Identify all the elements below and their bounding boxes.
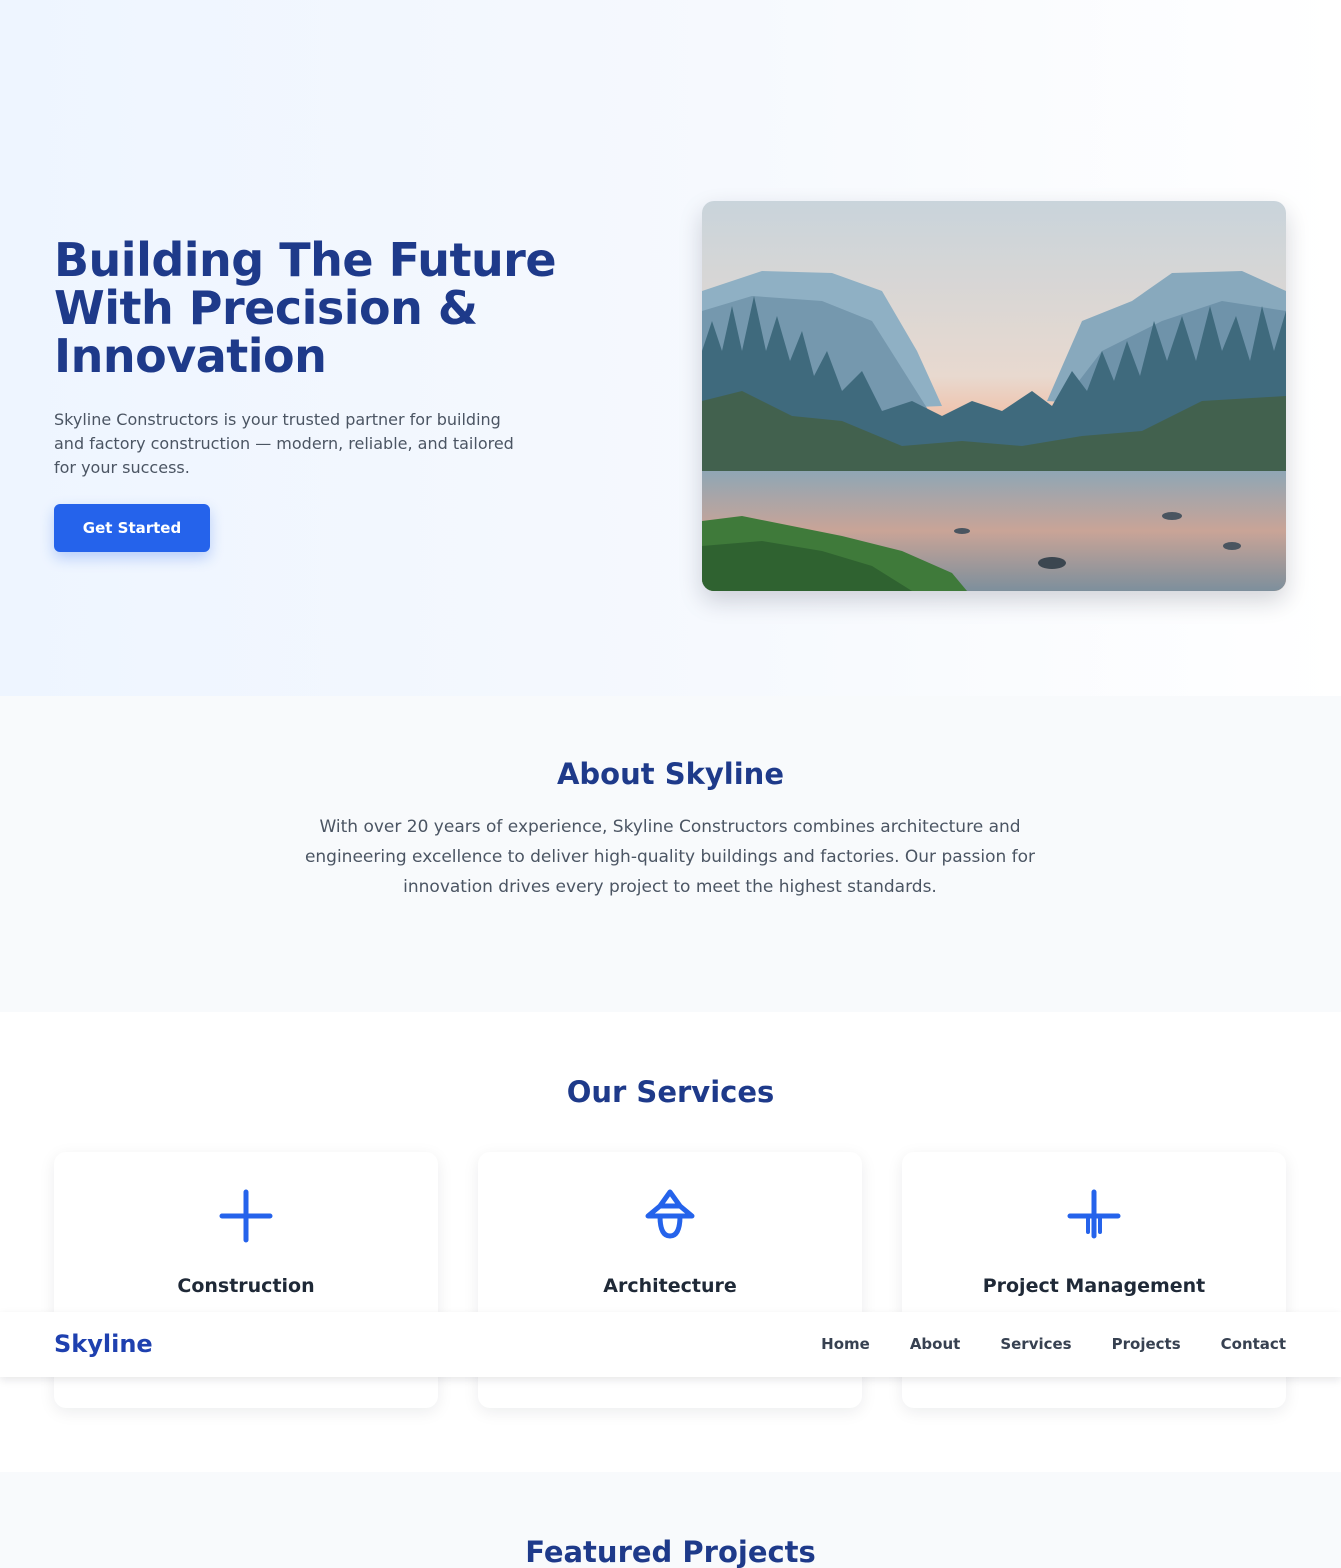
services-title: Our Services: [566, 1075, 775, 1109]
project-management-icon: [1064, 1186, 1124, 1246]
hero-title: Building The Future With Precision & Inn…: [54, 233, 557, 383]
service-title: Construction: [177, 1275, 315, 1297]
nav-link-contact[interactable]: Contact: [1221, 1333, 1286, 1355]
logo[interactable]: Skyline: [54, 1328, 153, 1360]
architecture-icon: [640, 1186, 700, 1246]
nav-link-services[interactable]: Services: [1000, 1333, 1071, 1355]
nav-link-about[interactable]: About: [910, 1333, 961, 1355]
hero-landscape-image: [702, 201, 1286, 591]
about-title: About Skyline: [556, 757, 784, 791]
nav-link-home[interactable]: Home: [821, 1333, 870, 1355]
hero-section: Building The Future With Precision & Inn…: [0, 0, 1341, 696]
get-started-button[interactable]: Get Started: [54, 504, 210, 552]
plus-icon: [216, 1186, 276, 1246]
service-title: Architecture: [603, 1275, 737, 1297]
hero-description: Skyline Constructors is your trusted par…: [54, 410, 514, 477]
navbar: Skyline Home About Services Projects Con…: [0, 1312, 1341, 1377]
projects-title: Featured Projects: [525, 1535, 816, 1568]
about-description: With over 20 years of experience, Skylin…: [304, 817, 1036, 897]
about-section: About Skyline With over 20 years of expe…: [0, 696, 1341, 1012]
landscape-illustration: [702, 201, 1286, 591]
projects-section: Featured Projects: [0, 1472, 1341, 1568]
service-title: Project Management: [982, 1275, 1206, 1297]
nav-links: Home About Services Projects Contact: [821, 1333, 1286, 1355]
nav-link-projects[interactable]: Projects: [1112, 1333, 1181, 1355]
